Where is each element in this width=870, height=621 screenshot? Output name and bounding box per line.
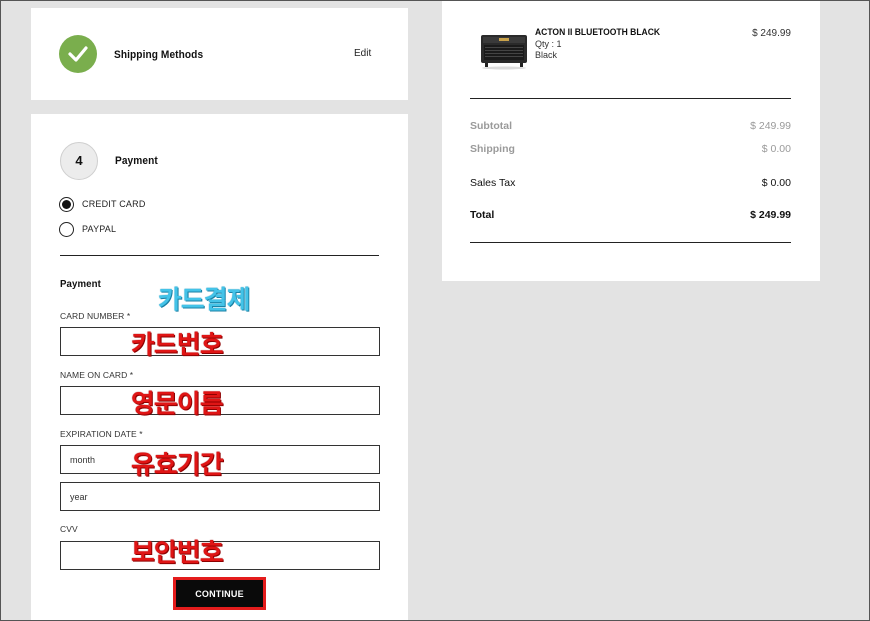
summary-divider-top: [470, 98, 791, 99]
summary-divider-bottom: [470, 242, 791, 243]
expiration-date-label: EXPIRATION DATE *: [60, 429, 143, 439]
sales-tax-label: Sales Tax: [470, 177, 516, 189]
paypal-option[interactable]: PAYPAL: [59, 221, 116, 237]
speaker-thumbnail-icon: [479, 33, 529, 70]
payment-step-title: Payment: [115, 155, 158, 167]
expiration-year-select[interactable]: year: [60, 482, 380, 511]
paypal-label: PAYPAL: [82, 224, 117, 234]
shipping-methods-title: Shipping Methods: [114, 49, 204, 61]
product-qty: Qty : 1: [535, 39, 562, 49]
subtotal-value: $ 249.99: [750, 120, 791, 132]
card-number-input[interactable]: [60, 327, 380, 356]
total-value: $ 249.99: [750, 209, 791, 221]
product-name: ACTON II BLUETOOTH BLACK: [535, 27, 661, 38]
edit-shipping-link[interactable]: Edit: [354, 48, 371, 59]
card-number-label: CARD NUMBER *: [60, 311, 131, 321]
credit-card-label: CREDIT CARD: [82, 199, 146, 209]
payment-panel: 4 Payment CREDIT CARD PAYPAL Payment CAR…: [31, 114, 408, 621]
cvv-input[interactable]: [60, 541, 380, 570]
credit-card-radio[interactable]: [59, 196, 74, 212]
name-on-card-input[interactable]: [60, 386, 380, 415]
annotation-card-payment: 카드결제: [158, 285, 250, 314]
total-label: Total: [470, 209, 495, 221]
name-on-card-label: NAME ON CARD *: [60, 370, 134, 380]
expiration-month-select[interactable]: month: [60, 445, 380, 474]
order-summary-panel: ACTON II BLUETOOTH BLACK Qty : 1 Black $…: [442, 0, 820, 281]
subtotal-label: Subtotal: [470, 120, 512, 132]
cvv-label: CVV: [60, 524, 78, 534]
product-color: Black: [535, 50, 558, 60]
month-placeholder: month: [70, 454, 96, 465]
product-price: $ 249.99: [752, 28, 791, 39]
payment-divider: [60, 255, 379, 256]
shipping-value: $ 0.00: [761, 143, 791, 155]
paypal-radio[interactable]: [59, 221, 74, 237]
credit-card-option[interactable]: CREDIT CARD: [59, 196, 146, 212]
shipping-label: Shipping: [470, 143, 515, 155]
sales-tax-value: $ 0.00: [761, 177, 791, 189]
continue-button[interactable]: CONTINUE: [176, 580, 263, 607]
year-placeholder: year: [70, 491, 88, 502]
shipping-methods-panel: Shipping Methods Edit: [31, 8, 408, 100]
payment-section-title: Payment: [60, 278, 101, 290]
step-number-badge: 4: [60, 142, 98, 180]
step-complete-check-icon: [59, 35, 97, 73]
